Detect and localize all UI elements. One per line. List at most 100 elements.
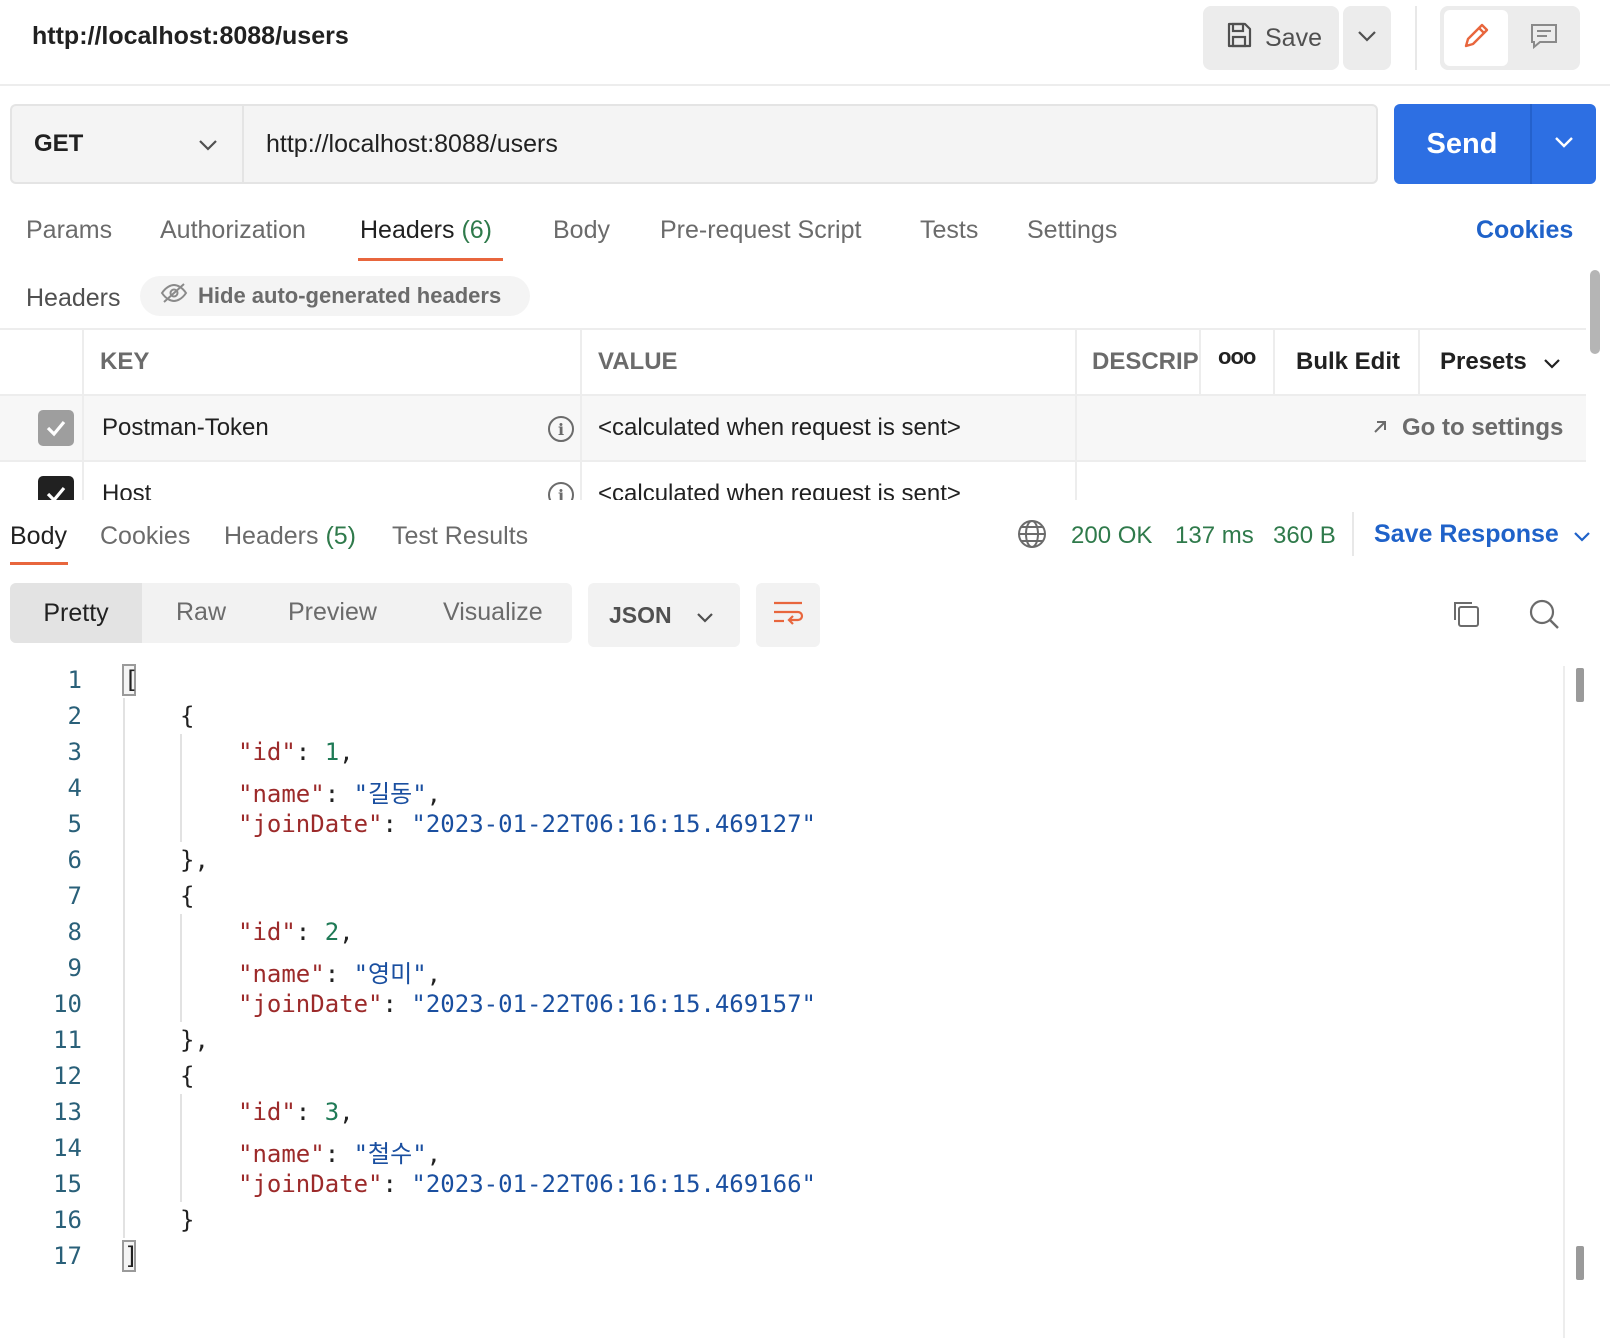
arrow-up-right-icon [1372, 414, 1388, 442]
code-line: ] [124, 1242, 139, 1270]
info-icon[interactable]: i [548, 416, 574, 442]
hide-auto-headers-button[interactable]: Hide auto-generated headers [140, 276, 530, 316]
comment-icon [1529, 21, 1559, 56]
more-options-button[interactable]: ooo [1218, 344, 1256, 370]
wrap-lines-button[interactable] [756, 583, 820, 647]
response-tab-cookies[interactable]: Cookies [100, 522, 190, 551]
tab-params[interactable]: Params [26, 216, 112, 245]
method-select[interactable]: GET [10, 104, 242, 184]
row-checkbox[interactable] [38, 410, 74, 446]
tab-pre-request-script[interactable]: Pre-request Script [660, 216, 861, 245]
format-label: JSON [609, 601, 672, 628]
editor-scroll-track [1563, 666, 1565, 1338]
response-body-editor[interactable]: 1 2 3 4 5 6 7 8 9 10 11 12 13 14 15 16 1… [0, 664, 1560, 1338]
line-number: 17 [53, 1242, 82, 1270]
code-line: } [180, 1206, 195, 1234]
tab-tests[interactable]: Tests [920, 216, 978, 245]
chevron-down-icon [1573, 520, 1591, 549]
indent-guide [123, 698, 125, 1238]
header-value[interactable]: <calculated when request is sent> [598, 414, 961, 442]
info-icon[interactable]: i [548, 482, 574, 500]
indent-guide [180, 914, 182, 1022]
header-key[interactable]: Postman-Token [102, 414, 269, 442]
headers-section-label: Headers [26, 284, 121, 312]
table-row: Host i <calculated when request is sent> [0, 462, 1586, 500]
line-number: 13 [53, 1098, 82, 1126]
row-checkbox[interactable] [38, 476, 74, 500]
send-button[interactable]: Send [1394, 104, 1530, 184]
response-tab-headers-count: (5) [325, 522, 357, 550]
headers-table: KEY VALUE DESCRIPT ooo Bulk Edit Presets… [0, 328, 1586, 500]
edit-mode-button[interactable] [1444, 10, 1508, 66]
code-line: }, [180, 1026, 209, 1054]
view-preview-button[interactable]: Preview [288, 598, 377, 627]
line-number: 5 [67, 810, 82, 838]
line-number: 2 [67, 702, 82, 730]
response-tab-body[interactable]: Body [10, 522, 67, 551]
search-icon[interactable] [1528, 598, 1560, 635]
tab-headers[interactable]: Headers (6) [360, 216, 492, 245]
save-disk-icon [1225, 21, 1253, 56]
chevron-down-icon [1554, 135, 1574, 153]
code-line: "id": 2, [238, 918, 354, 946]
response-tab-test-results[interactable]: Test Results [392, 522, 528, 551]
view-raw-button[interactable]: Raw [176, 598, 226, 627]
chevron-down-icon [696, 602, 714, 629]
table-row: Postman-Token i <calculated when request… [0, 396, 1586, 462]
line-number: 3 [67, 738, 82, 766]
save-response-dropdown[interactable]: Save Response [1374, 520, 1591, 549]
indent-guide [180, 1094, 182, 1202]
tab-authorization[interactable]: Authorization [160, 216, 306, 245]
tab-headers-count: (6) [461, 216, 493, 244]
code-line: }, [180, 846, 209, 874]
request-title[interactable]: http://localhost:8088/users [32, 22, 349, 51]
active-tab-indicator [358, 258, 503, 261]
wrap-lines-icon [772, 599, 804, 632]
send-options-button[interactable] [1530, 104, 1596, 184]
chevron-down-icon [198, 130, 218, 158]
code-line: "id": 3, [238, 1098, 354, 1126]
view-visualize-button[interactable]: Visualize [443, 598, 543, 627]
code-line: "name": "철수", [238, 1140, 442, 1168]
header-value[interactable]: <calculated when request is sent> [598, 480, 961, 500]
globe-icon[interactable] [1016, 518, 1048, 555]
cookies-link[interactable]: Cookies [1476, 216, 1573, 245]
response-time[interactable]: 137 ms [1175, 522, 1254, 550]
code-line: "joinDate": "2023-01-22T06:16:15.469157" [238, 990, 816, 1018]
url-input[interactable]: http://localhost:8088/users [242, 104, 1378, 184]
go-to-settings-link[interactable]: Go to settings [1372, 414, 1563, 442]
response-tab-headers[interactable]: Headers (5) [224, 522, 356, 551]
method-label: GET [34, 130, 84, 157]
presets-label: Presets [1440, 348, 1527, 375]
tab-settings[interactable]: Settings [1027, 216, 1117, 245]
copy-icon[interactable] [1450, 598, 1482, 635]
save-options-button[interactable] [1343, 6, 1391, 70]
hide-auto-headers-label: Hide auto-generated headers [198, 283, 502, 308]
headers-scrollbar[interactable] [1590, 270, 1600, 354]
editor-scrollbar-top[interactable] [1576, 668, 1584, 702]
save-button[interactable]: Save [1203, 6, 1339, 70]
presets-dropdown[interactable]: Presets [1440, 348, 1561, 376]
line-number: 15 [53, 1170, 82, 1198]
line-number: 16 [53, 1206, 82, 1234]
toolbar-divider [1415, 6, 1417, 70]
editor-scrollbar-bottom[interactable] [1576, 1246, 1584, 1280]
status-code[interactable]: 200 OK [1071, 522, 1152, 550]
comments-button[interactable] [1512, 10, 1576, 66]
view-pretty-button[interactable]: Pretty [10, 583, 142, 643]
eye-off-icon [160, 282, 188, 310]
bulk-edit-button[interactable]: Bulk Edit [1296, 348, 1400, 376]
save-response-label: Save Response [1374, 520, 1559, 548]
line-number: 1 [67, 666, 82, 694]
go-to-settings-label: Go to settings [1402, 414, 1564, 441]
pencil-icon [1460, 20, 1492, 57]
column-key: KEY [100, 348, 150, 375]
active-tab-indicator [10, 562, 68, 565]
save-label: Save [1265, 23, 1322, 52]
format-select[interactable]: JSON [588, 583, 740, 647]
tab-body[interactable]: Body [553, 216, 610, 245]
code-line: "name": "길동", [238, 780, 442, 808]
response-size[interactable]: 360 B [1273, 522, 1336, 550]
code-line: "joinDate": "2023-01-22T06:16:15.469166" [238, 1170, 816, 1198]
header-key[interactable]: Host [102, 480, 151, 500]
